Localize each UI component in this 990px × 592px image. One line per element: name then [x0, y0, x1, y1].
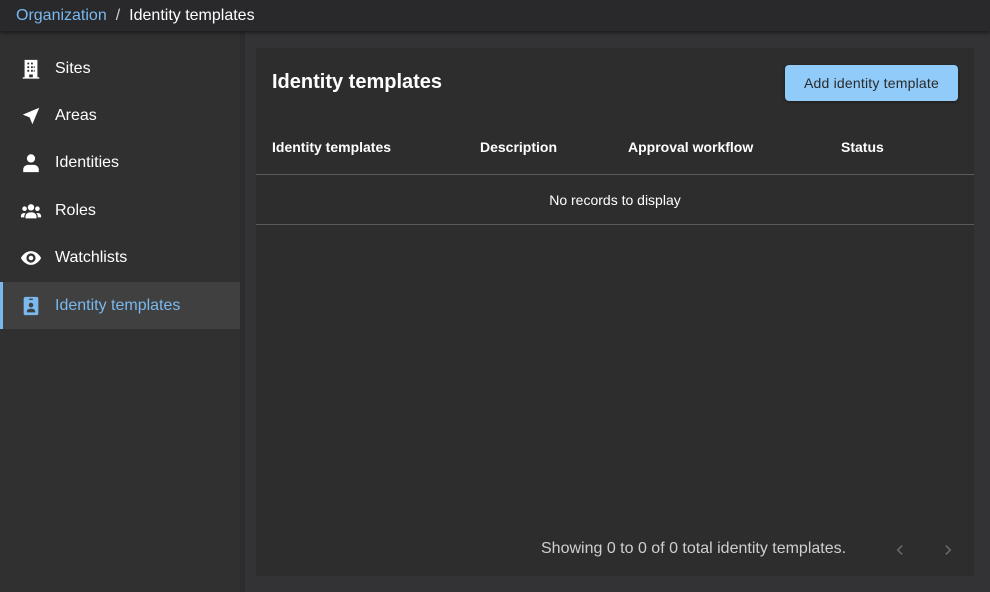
breadcrumb: Organization / Identity templates — [0, 0, 990, 31]
sidebar-item-label: Identities — [55, 154, 120, 172]
next-page-button[interactable] — [936, 538, 960, 562]
page-title: Identity templates — [272, 71, 443, 93]
sidebar-divider — [240, 31, 245, 592]
column-header-identity-templates[interactable]: Identity templates — [272, 139, 391, 155]
previous-page-button[interactable] — [888, 538, 912, 562]
eye-icon — [19, 246, 43, 270]
sidebar: Sites Areas Identities Roles Watchlists … — [0, 31, 240, 592]
sidebar-item-label: Areas — [55, 107, 97, 125]
breadcrumb-organization-link[interactable]: Organization — [16, 7, 107, 25]
sidebar-item-label: Roles — [55, 201, 96, 219]
sidebar-item-sites[interactable]: Sites — [0, 45, 240, 92]
pagination-summary: Showing 0 to 0 of 0 total identity templ… — [541, 540, 847, 557]
breadcrumb-current: Identity templates — [129, 6, 255, 24]
group-icon — [19, 199, 43, 223]
chevron-left-icon — [896, 544, 903, 556]
column-header-status[interactable]: Status — [841, 139, 884, 155]
breadcrumb-separator: / — [115, 6, 121, 24]
chevron-right-icon — [945, 544, 952, 556]
sidebar-item-identity-templates[interactable]: Identity templates — [0, 281, 240, 330]
sidebar-item-roles[interactable]: Roles — [0, 187, 240, 234]
sidebar-item-label: Sites — [55, 59, 91, 77]
navigation-arrow-icon — [19, 104, 43, 128]
sidebar-item-label: Identity templates — [55, 296, 181, 314]
badge-icon — [19, 294, 43, 318]
column-header-description[interactable]: Description — [480, 139, 557, 155]
person-icon — [19, 151, 43, 175]
sidebar-item-watchlists[interactable]: Watchlists — [0, 235, 240, 282]
sidebar-item-label: Watchlists — [55, 249, 128, 267]
building-icon — [19, 57, 43, 81]
column-header-approval-workflow[interactable]: Approval workflow — [628, 139, 753, 155]
empty-table-message: No records to display — [256, 176, 974, 225]
sidebar-item-identities[interactable]: Identities — [0, 140, 240, 187]
add-identity-template-button[interactable]: Add identity template — [785, 65, 958, 101]
table-header: Identity templates Description Approval … — [256, 120, 974, 175]
identity-templates-panel: Identity templates Add identity template… — [256, 48, 974, 576]
sidebar-item-areas[interactable]: Areas — [0, 92, 240, 139]
